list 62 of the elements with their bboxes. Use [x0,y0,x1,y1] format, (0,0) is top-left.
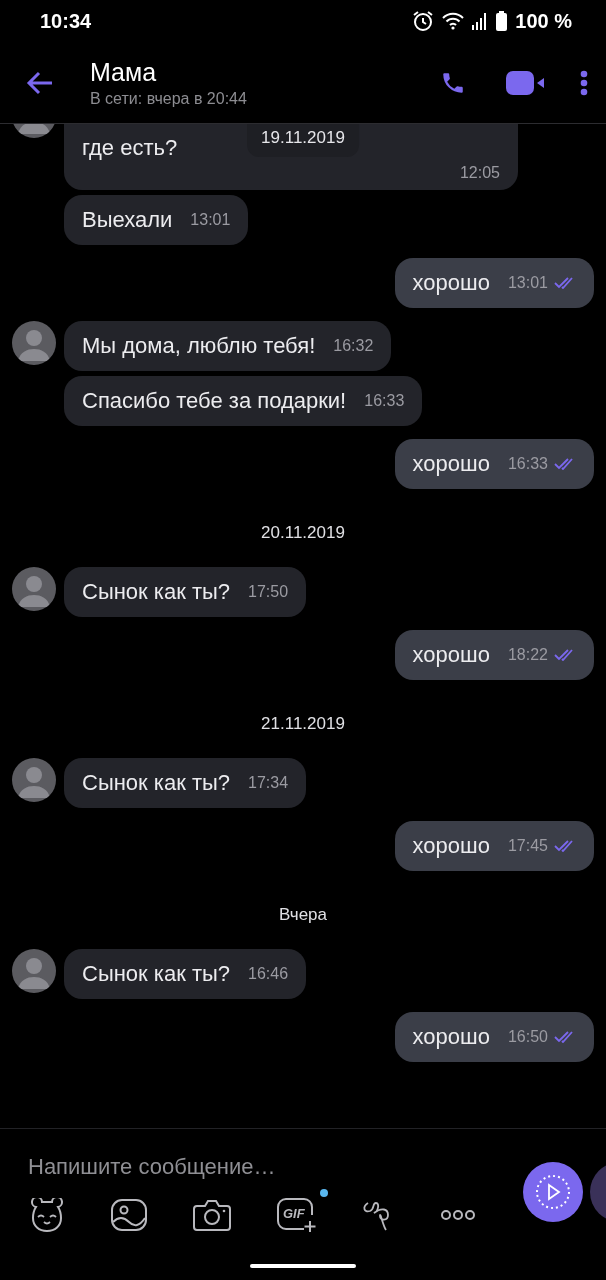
message-field[interactable]: Напишите сообщение… [28,1149,498,1185]
menu-button[interactable] [580,69,588,96]
avatar-icon[interactable] [12,567,56,611]
message-time: 13:01 [190,211,231,229]
message-bubble[interactable]: Выехали 13:01 [64,195,249,245]
more-button[interactable] [440,1209,476,1221]
message-bubble[interactable]: хорошо 18:22 [394,630,594,680]
message-bubble[interactable]: Сынок как ты? 17:50 [64,567,307,617]
message-text: хорошо [412,1023,490,1051]
date-separator: Вчера [278,904,328,926]
message-time: 13:01 [507,274,548,292]
message-text: Сынок как ты? [82,769,231,797]
message-bubble[interactable]: Сынок как ты? 16:46 [64,949,307,999]
message-bubble[interactable]: Мы дома, люблю тебя! 16:32 [64,321,392,371]
message-time: 17:50 [248,583,289,601]
message-time: 16:33 [507,455,548,473]
message-text: Сынок как ты? [82,960,231,988]
signal-icon [472,12,489,30]
message-text: Сынок как ты? [82,578,231,606]
message-text: Спасибо тебе за подарки! [82,387,347,415]
message-time: 17:34 [248,774,289,792]
message-time: 16:33 [364,392,405,410]
message-text: хорошо [412,641,490,669]
message-bubble[interactable]: хорошо 16:50 [394,1012,594,1062]
avatar-icon[interactable] [12,758,56,802]
message-text: хорошо [412,450,490,478]
message-time: 12:05 [459,164,500,182]
message-time: 18:22 [507,646,548,664]
sticker-button[interactable] [28,1198,66,1232]
message-bubble[interactable]: хорошо 13:01 [394,258,594,308]
message-bubble[interactable]: хорошо 17:45 [394,821,594,871]
gallery-button[interactable] [110,1198,148,1232]
message-time: 16:50 [507,1028,548,1046]
message-text: хорошо [412,269,490,297]
message-text: Выехали [82,206,173,234]
avatar-icon[interactable] [12,949,56,993]
gif-button[interactable]: GIF [276,1197,316,1233]
battery-percent: 100 % [515,9,572,33]
date-separator: 20.11.2019 [260,522,346,544]
message-bubble[interactable]: Спасибо тебе за подарки! 16:33 [64,376,423,426]
date-chip: 19.11.2019 [247,124,359,157]
message-time: 16:46 [248,965,289,983]
wifi-icon [442,12,465,30]
alarm-icon [412,10,435,32]
message-text: Мы дома, люблю тебя! [82,332,316,360]
message-text: хорошо [412,832,490,860]
contact-name: Мама [90,57,158,87]
clock-time: 10:34 [40,9,92,33]
video-message-button[interactable] [523,1162,583,1222]
avatar-icon[interactable] [12,321,56,365]
back-button[interactable] [26,69,54,96]
message-time: 17:45 [507,837,548,855]
date-separator: 21.11.2019 [260,713,346,735]
camera-button[interactable] [192,1198,232,1232]
message-bubble[interactable]: Сынок как ты? 17:34 [64,758,307,808]
video-call-button[interactable] [506,70,544,95]
play-icon [535,1174,571,1210]
message-bubble[interactable]: хорошо 16:33 [394,439,594,489]
message-text: где есть? [82,134,178,162]
message-time: 16:32 [333,337,374,355]
battery-icon [496,11,508,31]
last-seen-status: В сети: вчера в 20:44 [90,89,248,108]
